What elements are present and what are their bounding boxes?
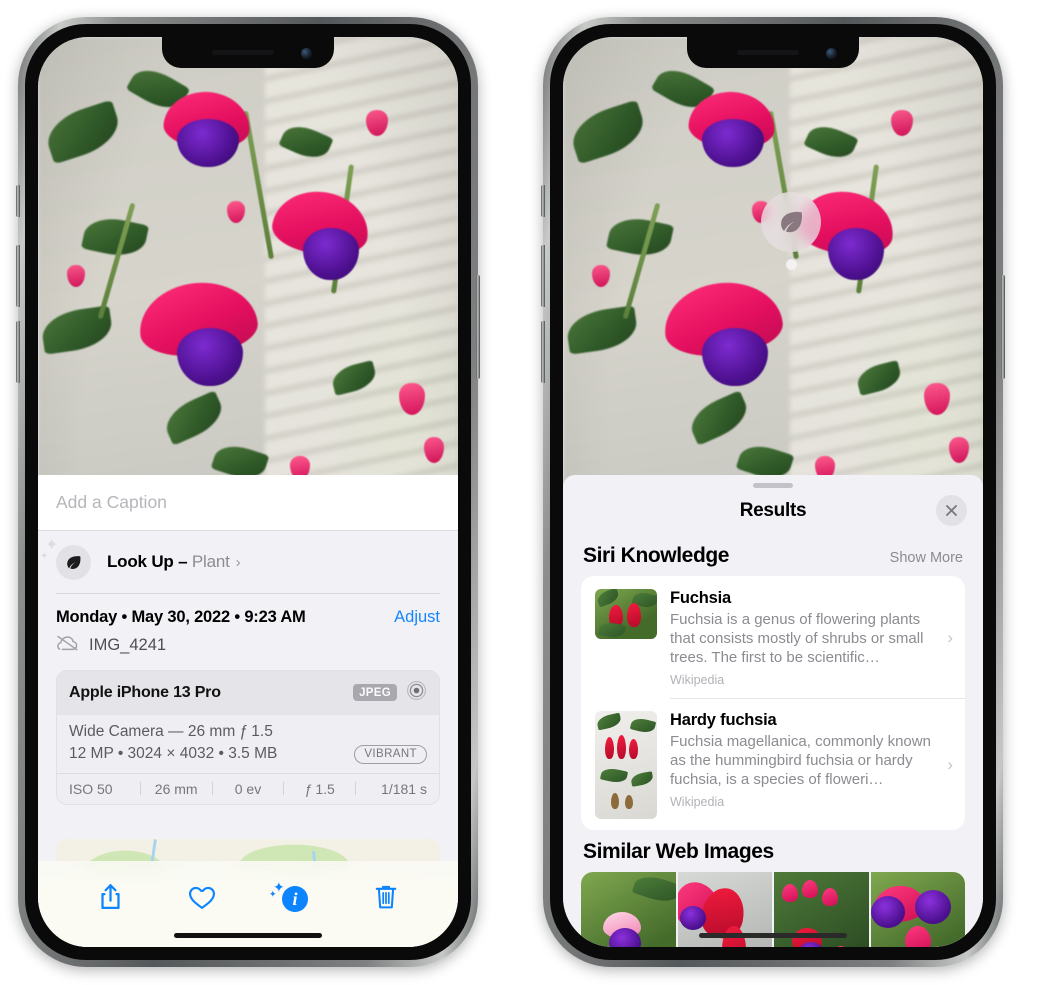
camera-info-card[interactable]: Apple iPhone 13 Pro JPEG Wide Camera — 2… — [56, 669, 440, 805]
favorite-button[interactable] — [180, 875, 224, 919]
siri-knowledge-title: Siri Knowledge — [583, 544, 730, 567]
delete-button[interactable] — [364, 875, 408, 919]
visual-lookup-leaf-badge[interactable] — [761, 192, 821, 252]
similar-web-images-header: Similar Web Images — [563, 830, 983, 872]
info-glyph: i — [282, 886, 308, 912]
close-button[interactable] — [936, 495, 967, 526]
device-notch-left — [162, 37, 334, 68]
exif-row: ISO 50 26 mm 0 ev ƒ 1.5 1/181 s — [57, 772, 439, 804]
info-sparkle-icon: ✦ ✦ i — [269, 879, 309, 912]
camera-lens-line: Wide Camera — 26 mm ƒ 1.5 — [69, 722, 273, 740]
knowledge-card-title: Hardy fuchsia — [670, 711, 777, 730]
camera-model: Apple iPhone 13 Pro — [69, 683, 221, 701]
front-camera-icon — [826, 48, 837, 59]
info-button[interactable]: ✦ ✦ i — [269, 875, 316, 919]
iphone-device-left: Add a Caption ✦ ✦ Look Up – Plant › Mond… — [16, 17, 480, 967]
device-notch-right — [687, 37, 859, 68]
photographic-style-badge: VIBRANT — [354, 744, 427, 764]
knowledge-card-title: Fuchsia — [670, 589, 731, 607]
visual-lookup-anchor-dot — [786, 259, 797, 270]
knowledge-card-description: Fuchsia is a genus of flowering plants t… — [670, 611, 924, 667]
camera-specs-line: 12 MP • 3024 × 4032 • 3.5 MB — [69, 745, 278, 762]
device-bezel-right: Results Siri Knowledge Show More Fuchsia… — [550, 24, 996, 960]
format-badge: JPEG — [353, 684, 397, 701]
knowledge-card-body: Fuchsia Fuchsia is a genus of flowering … — [657, 589, 945, 687]
leaf-icon: ✦ ✦ — [40, 537, 91, 580]
screen-left: Add a Caption ✦ ✦ Look Up – Plant › Mond… — [38, 37, 458, 947]
results-title: Results — [739, 500, 807, 521]
chevron-right-icon: › — [947, 755, 953, 775]
results-header: Results — [563, 488, 983, 534]
share-button[interactable] — [88, 875, 132, 919]
camera-card-body: Wide Camera — 26 mm ƒ 1.5 12 MP • 3024 ×… — [57, 714, 439, 773]
photo-date: Monday • May 30, 2022 • 9:23 AM — [56, 607, 306, 626]
knowledge-card-source: Wikipedia — [670, 672, 725, 687]
photo-info-sheet: Add a Caption ✦ ✦ Look Up – Plant › Mond… — [38, 475, 458, 947]
knowledge-card-thumbnail — [595, 589, 657, 639]
knowledge-card-thumbnail — [595, 711, 657, 820]
icloud-slash-icon — [56, 635, 79, 656]
siri-knowledge-header: Siri Knowledge Show More — [563, 534, 983, 576]
sparkle-small-icon: ✦ — [269, 889, 277, 899]
sparkle-small-icon: ✦ — [40, 550, 49, 562]
knowledge-card-body: Hardy fuchsia Fuchsia magellanica, commo… — [657, 711, 945, 809]
camera-card-header: Apple iPhone 13 Pro JPEG — [57, 670, 439, 715]
knowledge-card[interactable]: Fuchsia Fuchsia is a genus of flowering … — [581, 576, 965, 698]
ringer-switch[interactable] — [541, 185, 545, 217]
aperture-icon — [406, 680, 427, 706]
siri-knowledge-card-list: Fuchsia Fuchsia is a genus of flowering … — [581, 576, 965, 831]
chevron-right-icon: › — [947, 627, 953, 647]
adjust-button[interactable]: Adjust — [394, 608, 440, 627]
volume-up-button[interactable] — [16, 245, 20, 307]
exif-shutter-speed: 1/181 s — [381, 780, 427, 797]
knowledge-card[interactable]: Hardy fuchsia Fuchsia magellanica, commo… — [581, 698, 965, 830]
look-up-title: Look Up – — [107, 552, 192, 571]
look-up-row[interactable]: ✦ ✦ Look Up – Plant › — [38, 531, 458, 593]
power-button[interactable] — [1001, 275, 1005, 379]
exif-focal-length: 26 mm — [154, 780, 198, 797]
similar-image-thumbnail[interactable] — [581, 872, 676, 947]
knowledge-card-description: Fuchsia magellanica, commonly known as t… — [670, 733, 931, 789]
metadata-block: Monday • May 30, 2022 • 9:23 AM Adjust I… — [38, 594, 458, 656]
chevron-right-icon: › — [235, 554, 241, 571]
similar-web-images-title: Similar Web Images — [583, 840, 774, 864]
front-camera-icon — [301, 48, 312, 59]
show-more-button[interactable]: Show More — [890, 550, 963, 566]
exif-exposure-value: 0 ev — [234, 780, 262, 797]
home-indicator[interactable] — [174, 933, 322, 938]
volume-up-button[interactable] — [541, 245, 545, 307]
caption-input[interactable]: Add a Caption — [38, 475, 458, 531]
device-bezel-left: Add a Caption ✦ ✦ Look Up – Plant › Mond… — [25, 24, 471, 960]
home-indicator[interactable] — [699, 933, 847, 938]
screenshot-canvas: Add a Caption ✦ ✦ Look Up – Plant › Mond… — [0, 0, 1055, 985]
screen-right: Results Siri Knowledge Show More Fuchsia… — [563, 37, 983, 947]
power-button[interactable] — [476, 275, 480, 379]
exif-aperture: ƒ 1.5 — [304, 780, 335, 797]
knowledge-card-source: Wikipedia — [670, 794, 725, 809]
similar-image-thumbnail[interactable] — [870, 872, 965, 947]
caption-placeholder: Add a Caption — [56, 492, 167, 512]
look-up-subject: Plant — [191, 552, 230, 571]
exif-iso: ISO 50 — [69, 780, 113, 797]
earpiece-speaker — [737, 50, 799, 55]
iphone-device-right: Results Siri Knowledge Show More Fuchsia… — [541, 17, 1005, 967]
ringer-switch[interactable] — [16, 185, 20, 217]
volume-down-button[interactable] — [541, 321, 545, 383]
volume-down-button[interactable] — [16, 321, 20, 383]
earpiece-speaker — [212, 50, 274, 55]
results-panel: Results Siri Knowledge Show More Fuchsia… — [563, 475, 983, 947]
photo-filename: IMG_4241 — [89, 635, 167, 654]
look-up-label: Look Up – Plant › — [107, 552, 241, 572]
